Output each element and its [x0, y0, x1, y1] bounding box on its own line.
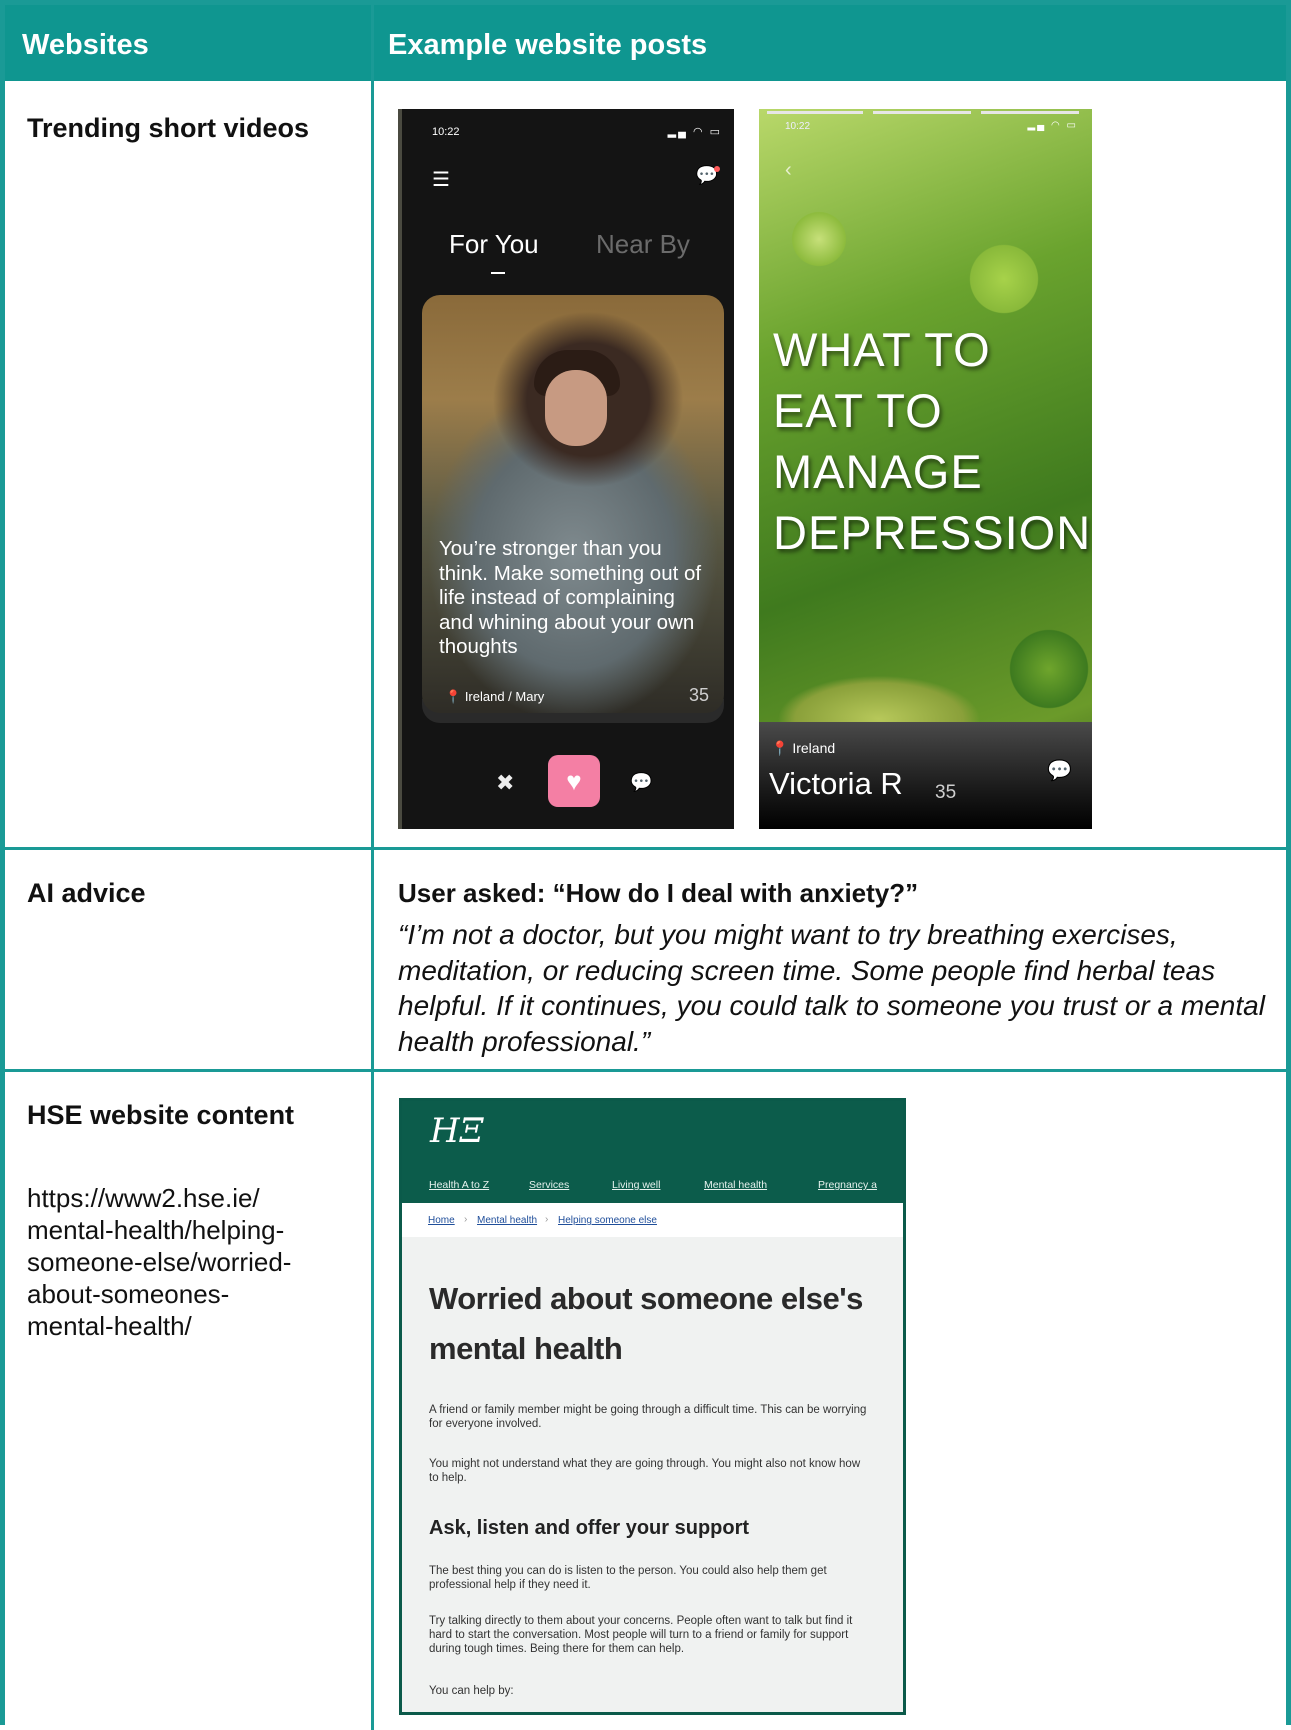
phone-screenshot-depression-food: 10:22 ▂▄ ◠ ▭ ‹ WHAT TO EAT TO MANAGE DEP…	[759, 109, 1092, 829]
hse-paragraph: Try talking directly to them about your …	[429, 1615, 853, 1655]
card-location-text: Ireland / Mary	[464, 689, 545, 704]
nav-mental-health[interactable]: Mental health	[704, 1179, 767, 1191]
row-label-hse: HSE website content	[27, 1100, 295, 1130]
header-websites: Websites	[22, 29, 149, 61]
phone-screenshot-for-you: 10:22 ▂▄ ◠ ▭ ☰ 💬 For You Near By You’re …	[398, 109, 734, 829]
breadcrumb-home[interactable]: Home	[428, 1215, 455, 1226]
nav-living-well[interactable]: Living well	[612, 1179, 660, 1191]
hse-paragraph: A friend or family member might be going…	[429, 1404, 867, 1430]
breadcrumb-helping-someone-else[interactable]: Helping someone else	[558, 1215, 657, 1226]
hse-paragraph: You can help by:	[429, 1685, 514, 1697]
column-divider	[371, 5, 374, 1730]
card-count: 35	[689, 685, 710, 705]
row-divider	[5, 1069, 1286, 1072]
heart-icon[interactable]: ♥	[548, 755, 600, 807]
comment-icon[interactable]: 💬	[1047, 758, 1072, 783]
story-title: WHAT TO EAT TO MANAGE DEPRESSION	[773, 323, 1092, 559]
hse-logo[interactable]: HΞ	[430, 1111, 484, 1151]
hse-header: HΞ Health A to Z Services Living well Me…	[402, 1101, 903, 1203]
breadcrumb-separator: ›	[464, 1214, 468, 1225]
card-location: 📍 Ireland / Mary	[445, 689, 544, 705]
nav-health-a-to-z[interactable]: Health A to Z	[429, 1179, 489, 1191]
breadcrumb-mental-health[interactable]: Mental health	[477, 1215, 537, 1226]
hse-page-title: Worried about someone else's mental heal…	[429, 1281, 863, 1366]
row-label-trending: Trending short videos	[27, 113, 310, 143]
notification-dot	[714, 166, 720, 172]
breadcrumb-separator: ›	[545, 1214, 549, 1225]
story-footer: 📍 Ireland Victoria R 35 💬	[759, 722, 1092, 829]
hse-paragraph: You might not understand what they are g…	[429, 1458, 861, 1484]
tab-for-you[interactable]: For You	[449, 229, 539, 260]
comment-icon[interactable]: 💬	[630, 772, 652, 793]
person-face	[545, 370, 607, 446]
status-time: 10:22	[432, 126, 460, 138]
content-table: Websites Example website posts Trending …	[0, 0, 1291, 1730]
nav-pregnancy[interactable]: Pregnancy a	[818, 1179, 877, 1191]
ai-question: User asked: “How do I deal with anxiety?…	[398, 878, 919, 908]
location-pin-icon: 📍	[771, 740, 789, 756]
header-example-posts: Example website posts	[388, 29, 708, 61]
hse-page-screenshot: HΞ Health A to Z Services Living well Me…	[399, 1098, 906, 1715]
tab-underline	[491, 272, 505, 274]
status-icons: ▂▄ ◠ ▭	[667, 126, 722, 138]
story-count: 35	[935, 782, 957, 803]
story-progress-bar	[767, 111, 863, 114]
story-progress-bar	[873, 111, 971, 114]
row-label-ai: AI advice	[27, 878, 146, 908]
table-header: Websites Example website posts	[5, 5, 1286, 81]
breadcrumb: Home › Mental health › Helping someone e…	[402, 1203, 903, 1237]
menu-icon[interactable]: ☰	[432, 167, 450, 192]
status-icons: ▂▄ ◠ ▭	[1027, 120, 1078, 131]
close-icon[interactable]: ✖	[496, 770, 514, 796]
hse-subheading: Ask, listen and offer your support	[429, 1517, 750, 1539]
hse-paragraph: The best thing you can do is listen to t…	[429, 1565, 827, 1591]
status-time: 10:22	[785, 121, 811, 132]
hse-url[interactable]: https://www2.hse.ie/ mental-health/helpi…	[27, 1182, 357, 1342]
location-pin-icon: 📍	[445, 689, 462, 704]
story-location-text: Ireland	[792, 740, 836, 756]
story-progress-bar	[981, 111, 1079, 114]
card-quote: You’re stronger than you think. Make som…	[439, 537, 702, 658]
tab-near-by[interactable]: Near By	[596, 229, 690, 260]
ai-answer: “I’m not a doctor, but you might want to…	[398, 919, 1265, 1057]
story-location: 📍 Ireland	[771, 740, 835, 757]
story-author: Victoria R	[769, 766, 903, 801]
nav-services[interactable]: Services	[529, 1179, 569, 1191]
row-divider	[5, 847, 1286, 850]
back-arrow-icon[interactable]: ‹	[785, 159, 792, 182]
